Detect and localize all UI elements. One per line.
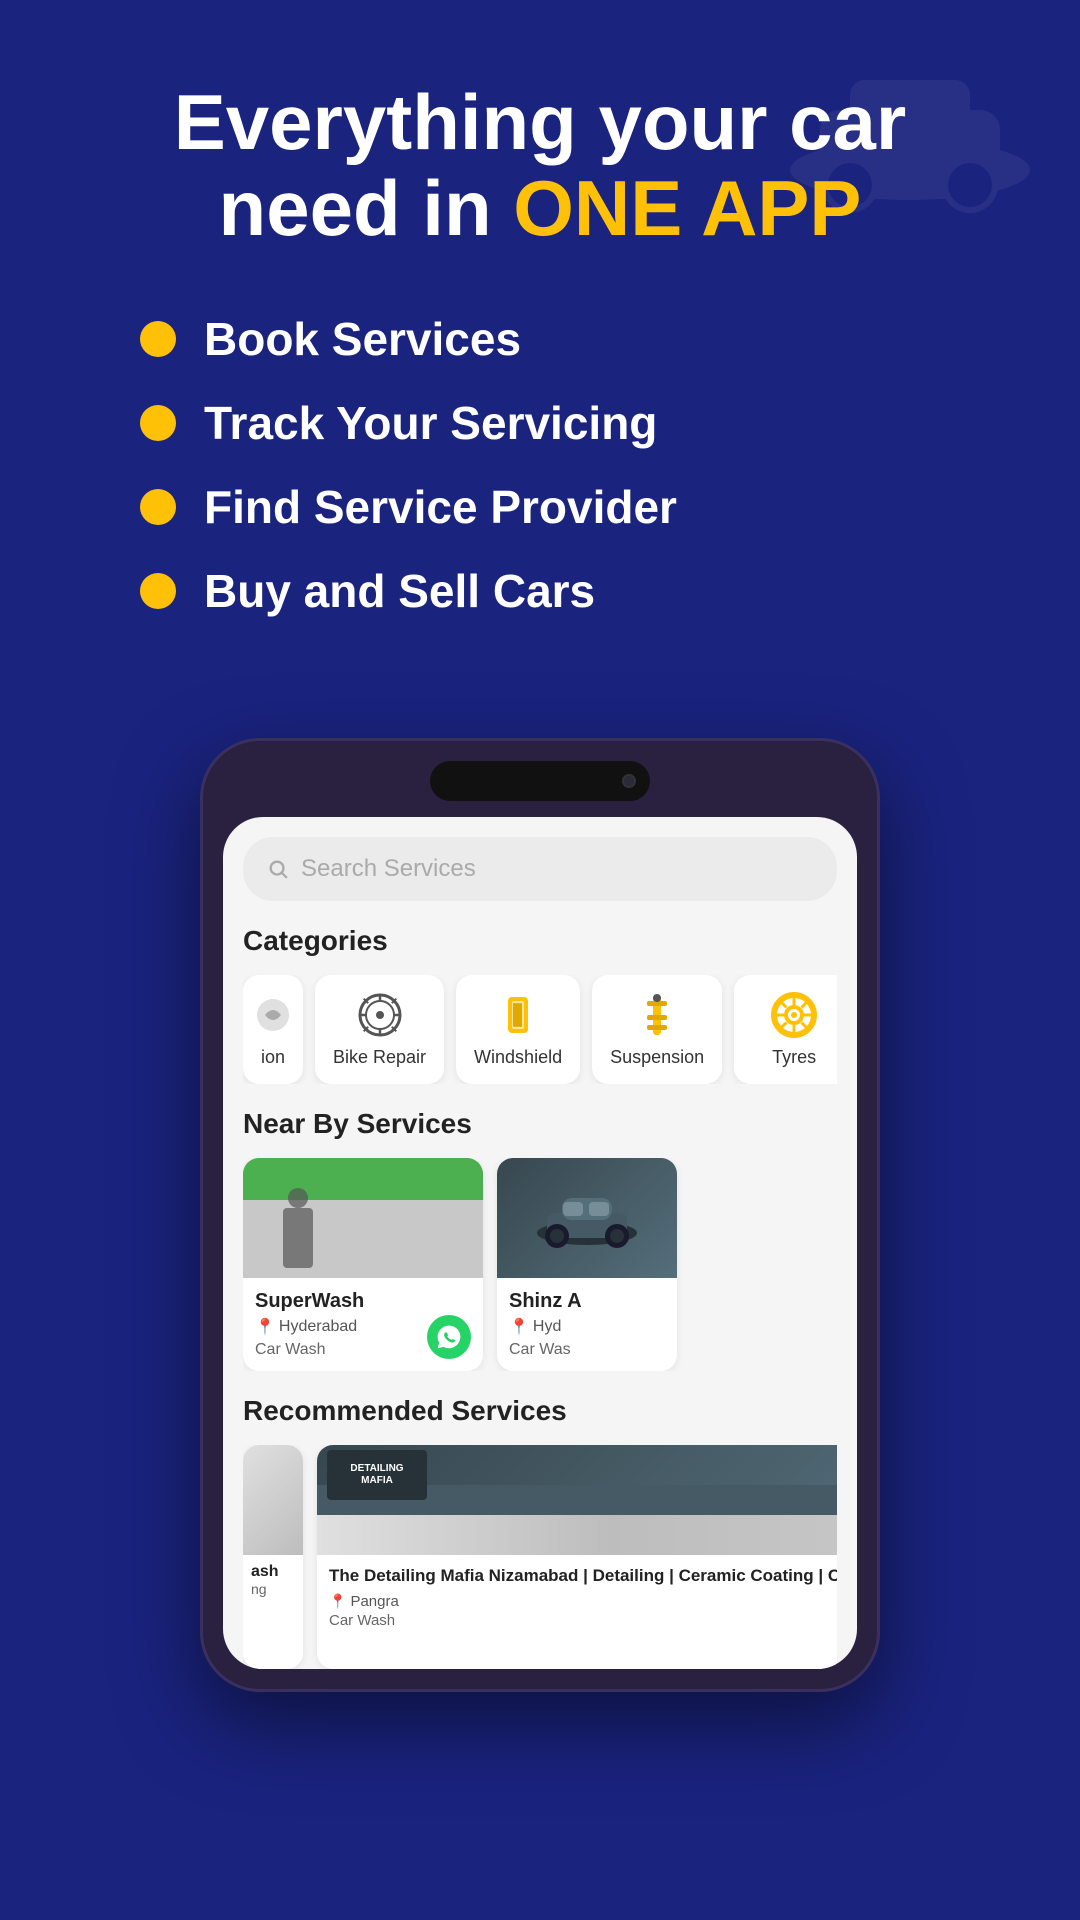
feature-text-track: Track Your Servicing bbox=[204, 396, 657, 450]
suspension-label: Suspension bbox=[610, 1047, 704, 1068]
feature-text-buy: Buy and Sell Cars bbox=[204, 564, 595, 618]
feature-item-find: Find Service Provider bbox=[140, 480, 940, 534]
bullet-find bbox=[140, 489, 176, 525]
hero-title: Everything your car need in ONE APP bbox=[60, 80, 1020, 252]
windshield-icon bbox=[494, 991, 542, 1039]
phone-screen: Search Services Categories ion bbox=[223, 817, 857, 1669]
partial-icon bbox=[249, 991, 297, 1039]
feature-item-book: Book Services bbox=[140, 312, 940, 366]
detailing-mafia-name: The Detailing Mafia Nizamabad | Detailin… bbox=[329, 1565, 837, 1587]
detailing-mafia-location: 📍 Pangra bbox=[329, 1593, 837, 1610]
feature-item-buy: Buy and Sell Cars bbox=[140, 564, 940, 618]
feature-text-book: Book Services bbox=[204, 312, 521, 366]
phone-notch bbox=[430, 761, 650, 801]
detailing-mafia-body: The Detailing Mafia Nizamabad | Detailin… bbox=[317, 1555, 837, 1669]
recommended-label: Recommended Services bbox=[243, 1395, 837, 1427]
bullet-book bbox=[140, 321, 176, 357]
categories-label: Categories bbox=[243, 925, 837, 957]
partial-left-name: ash bbox=[251, 1563, 295, 1581]
shinz-type: Car Was bbox=[509, 1341, 665, 1359]
categories-section: Categories ion bbox=[243, 925, 837, 1084]
shinz-city: Hyd bbox=[533, 1318, 561, 1336]
service-card-superwash[interactable]: SuperWash 📍 Hyderabad Car Wash bbox=[243, 1158, 483, 1371]
feature-item-track: Track Your Servicing bbox=[140, 396, 940, 450]
superwash-name: SuperWash bbox=[255, 1290, 471, 1313]
service-card-shinz[interactable]: Shinz A 📍 Hyd Car Was bbox=[497, 1158, 677, 1371]
phone-mockup: Search Services Categories ion bbox=[200, 738, 880, 1692]
partial-label: ion bbox=[261, 1047, 285, 1068]
hero-title-line1: Everything your car bbox=[174, 78, 907, 166]
category-windshield[interactable]: Windshield bbox=[456, 975, 580, 1084]
location-pin-shinz: 📍 bbox=[509, 1317, 529, 1337]
phone-container: Search Services Categories ion bbox=[0, 738, 1080, 1692]
bullet-buy bbox=[140, 573, 176, 609]
tyres-label: Tyres bbox=[772, 1047, 816, 1068]
hero-title-highlight: ONE APP bbox=[513, 164, 861, 252]
shinz-image bbox=[497, 1158, 677, 1278]
superwash-city: Hyderabad bbox=[279, 1318, 357, 1336]
nearby-label: Near By Services bbox=[243, 1108, 837, 1140]
category-tyres[interactable]: Tyres bbox=[734, 975, 837, 1084]
partial-left-type: ng bbox=[251, 1581, 295, 1597]
nearby-section: Near By Services SuperWash bbox=[243, 1108, 837, 1371]
shinz-body: Shinz A 📍 Hyd Car Was bbox=[497, 1278, 677, 1371]
phone-notch-bar bbox=[223, 761, 857, 801]
phone-camera bbox=[622, 774, 636, 788]
recommended-cards: ash ng DETAILINGMAFIA bbox=[243, 1445, 837, 1669]
bike-repair-label: Bike Repair bbox=[333, 1047, 426, 1068]
detailing-mafia-city: Pangra bbox=[350, 1593, 398, 1610]
superwash-image bbox=[243, 1158, 483, 1278]
feature-list: Book Services Track Your Servicing Find … bbox=[60, 312, 1020, 618]
hero-title-line2: need in bbox=[219, 164, 514, 252]
recommended-section: Recommended Services ash ng bbox=[243, 1395, 837, 1669]
suspension-icon bbox=[633, 991, 681, 1039]
hero-section: Everything your car need in ONE APP Book… bbox=[0, 0, 1080, 718]
rec-card-detailing-mafia[interactable]: DETAILINGMAFIA The Detailing Mafia Nizam… bbox=[317, 1445, 837, 1669]
category-suspension[interactable]: Suspension bbox=[592, 975, 722, 1084]
search-icon bbox=[267, 858, 289, 880]
tyres-icon bbox=[770, 991, 818, 1039]
category-bike-repair[interactable]: Bike Repair bbox=[315, 975, 444, 1084]
bullet-track bbox=[140, 405, 176, 441]
search-bar[interactable]: Search Services bbox=[243, 837, 837, 901]
search-placeholder: Search Services bbox=[301, 855, 476, 883]
detailing-mafia-type: Car Wash bbox=[329, 1612, 837, 1629]
bike-repair-icon bbox=[356, 991, 404, 1039]
rec-card-partial-left: ash ng bbox=[243, 1445, 303, 1669]
category-partial[interactable]: ion bbox=[243, 975, 303, 1084]
nearby-cards: SuperWash 📍 Hyderabad Car Wash bbox=[243, 1158, 837, 1371]
shinz-location-row: 📍 Hyd bbox=[509, 1317, 665, 1337]
location-pin-mafia: 📍 bbox=[329, 1593, 346, 1610]
shinz-name: Shinz A bbox=[509, 1290, 665, 1313]
feature-text-find: Find Service Provider bbox=[204, 480, 677, 534]
location-pin-superwash: 📍 bbox=[255, 1317, 275, 1337]
categories-row: ion bbox=[243, 975, 837, 1084]
superwash-whatsapp-button[interactable] bbox=[427, 1315, 471, 1359]
windshield-label: Windshield bbox=[474, 1047, 562, 1068]
detailing-mafia-image: DETAILINGMAFIA bbox=[317, 1445, 837, 1555]
